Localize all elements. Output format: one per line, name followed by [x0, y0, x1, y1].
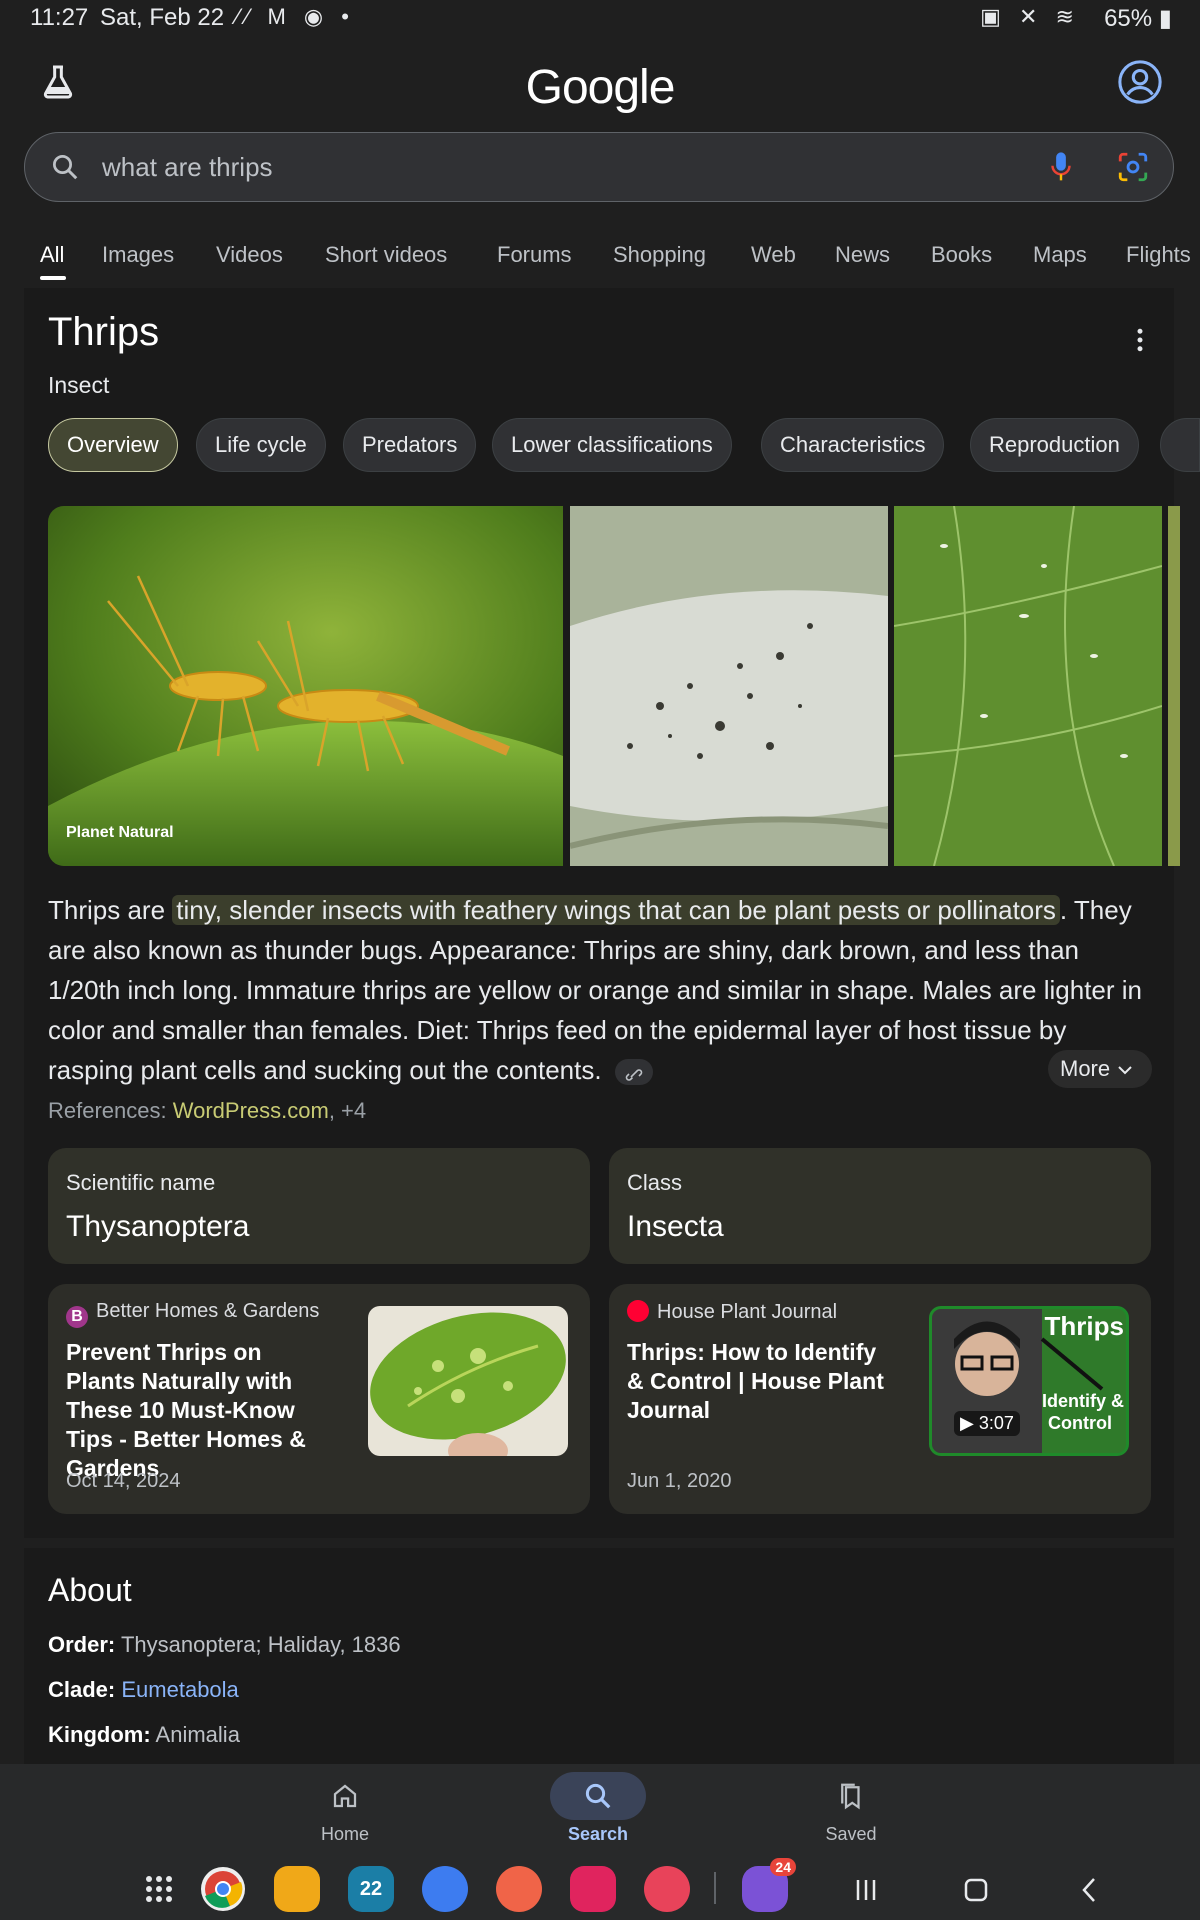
notification-badge: 24 [770, 1858, 796, 1876]
reference-link[interactable]: WordPress.com [173, 1098, 329, 1123]
account-button[interactable] [1110, 52, 1170, 112]
tab-all[interactable]: All [40, 242, 64, 268]
chip-overview[interactable]: Overview [48, 418, 178, 472]
nav-search[interactable]: Search [538, 1764, 658, 1856]
home-button[interactable] [956, 1870, 996, 1910]
dock-divider [714, 1872, 716, 1904]
link-icon[interactable] [614, 1059, 653, 1086]
entity-title: Thrips [48, 310, 160, 354]
tab-forums[interactable]: Forums [497, 242, 572, 268]
search-icon [585, 1783, 611, 1809]
messages-icon[interactable] [422, 1866, 468, 1912]
lens-icon[interactable] [1116, 150, 1150, 184]
saved-icon [841, 1783, 860, 1810]
about-title: About [48, 1572, 132, 1608]
recents-button[interactable] [846, 1870, 886, 1910]
back-button[interactable] [1070, 1870, 1110, 1910]
article-title: Thrips: How to Identify & Control | Hous… [627, 1339, 884, 1423]
tab-web[interactable]: Web [751, 242, 796, 268]
tab-books[interactable]: Books [931, 242, 992, 268]
tab-shopping[interactable]: Shopping [613, 242, 706, 268]
bhg-favicon-icon: B [66, 1306, 88, 1328]
status-bar: 11:27 Sat, Feb 22 ⁄⁄ M ◉ • ▣ ✕ ≋ 65% ▮ [0, 0, 1200, 36]
bottom-navigation: Home Search Saved [0, 1764, 1200, 1856]
thumb-text: Thrips [1044, 1311, 1124, 1341]
more-button[interactable]: More [1048, 1050, 1152, 1088]
about-row-clade: Clade: Eumetabola [48, 1677, 239, 1702]
nav-saved[interactable]: Saved [791, 1764, 911, 1856]
tab-flights[interactable]: Flights [1126, 242, 1191, 268]
references: References: WordPress.com, +4 [48, 1098, 367, 1123]
article-card[interactable]: B Better Homes & Gardens Prevent Thrips o… [48, 1284, 590, 1514]
chip-lower-classifications[interactable]: Lower classifications [492, 418, 732, 472]
article-source: House Plant Journal [657, 1301, 838, 1323]
notification-icons: ⁄⁄ M ◉ • [236, 4, 355, 29]
chip-reproduction[interactable]: Reproduction [970, 418, 1139, 472]
fact-card-class[interactable]: Class Insecta [609, 1148, 1151, 1264]
chip-predators[interactable]: Predators [343, 418, 477, 472]
article-thumbnail [368, 1306, 568, 1456]
tab-news[interactable]: News [835, 242, 890, 268]
search-input[interactable]: what are thrips [102, 152, 273, 183]
description-highlight: tiny, slender insects with feathery wing… [172, 895, 1060, 925]
article-date: Jun 1, 2020 [627, 1470, 732, 1492]
thumb-text: Control [1048, 1413, 1112, 1433]
tab-short-videos[interactable]: Short videos [325, 242, 447, 268]
article-title: Prevent Thrips on Plants Naturally with … [66, 1339, 306, 1481]
more-vert-icon[interactable] [1125, 322, 1155, 358]
play-icon: ▶ [960, 1413, 974, 1433]
image-thrips-damage[interactable] [570, 506, 888, 866]
status-date: Sat, Feb 22 [100, 4, 225, 31]
video-duration: ▶ 3:07 [954, 1411, 1020, 1436]
recent-app-icon[interactable]: 24 [742, 1858, 796, 1912]
image-thrips-leaf[interactable] [894, 506, 1162, 866]
calendar-icon[interactable]: 22 [348, 1866, 394, 1912]
chevron-down-icon [1118, 1066, 1132, 1075]
article-source: Better Homes & Gardens [96, 1300, 320, 1322]
system-dock: 22 24 [0, 1856, 1200, 1920]
entity-description: Thrips are tiny, slender insects with fe… [48, 895, 1142, 1086]
google-logo[interactable]: Google [0, 60, 1200, 115]
image-source-label: Planet Natural [66, 824, 174, 841]
youtube-icon [627, 1300, 649, 1322]
camera-icon[interactable] [570, 1866, 616, 1912]
screen-recorder-icon[interactable] [644, 1866, 690, 1912]
search-icon [53, 155, 78, 180]
status-time: 11:27 [30, 4, 89, 31]
clade-link[interactable]: Eumetabola [121, 1677, 238, 1702]
fact-card-scientific-name[interactable]: Scientific name Thysanoptera [48, 1148, 590, 1264]
active-tab-indicator [40, 276, 66, 280]
article-card[interactable]: House Plant Journal Thrips: How to Ident… [609, 1284, 1151, 1514]
system-status-icons: ▣ ✕ ≋ [980, 4, 1080, 29]
tab-images[interactable]: Images [102, 242, 174, 268]
mic-icon[interactable] [1046, 150, 1076, 184]
about-row-kingdom: Kingdom: Animalia [48, 1722, 240, 1747]
battery-level: 65% ▮ [1104, 5, 1172, 32]
search-tabs: All Images Videos Short videos Forums Sh… [0, 232, 1200, 288]
entity-subtitle: Insect [48, 372, 110, 398]
article-date: Oct 14, 2024 [66, 1470, 181, 1492]
thumb-text: Identify & [1041, 1391, 1124, 1411]
tab-maps[interactable]: Maps [1033, 242, 1087, 268]
contacts-icon[interactable] [496, 1866, 542, 1912]
chip-life-cycle[interactable]: Life cycle [196, 418, 326, 472]
chrome-icon[interactable] [200, 1866, 246, 1912]
home-icon [333, 1784, 357, 1808]
nav-home[interactable]: Home [285, 1764, 405, 1856]
image-overflow[interactable] [1168, 506, 1180, 866]
account-icon [1118, 60, 1162, 104]
chip-characteristics[interactable]: Characteristics [761, 418, 945, 472]
video-thumbnail: Thrips Identify & Control ▶ 3:07 [929, 1306, 1129, 1456]
image-thrips-pair[interactable] [48, 506, 563, 866]
app-drawer-icon[interactable] [136, 1866, 182, 1912]
tab-videos[interactable]: Videos [216, 242, 283, 268]
about-row-order: Order: Thysanoptera; Haliday, 1836 [48, 1632, 401, 1657]
files-icon[interactable] [274, 1866, 320, 1912]
